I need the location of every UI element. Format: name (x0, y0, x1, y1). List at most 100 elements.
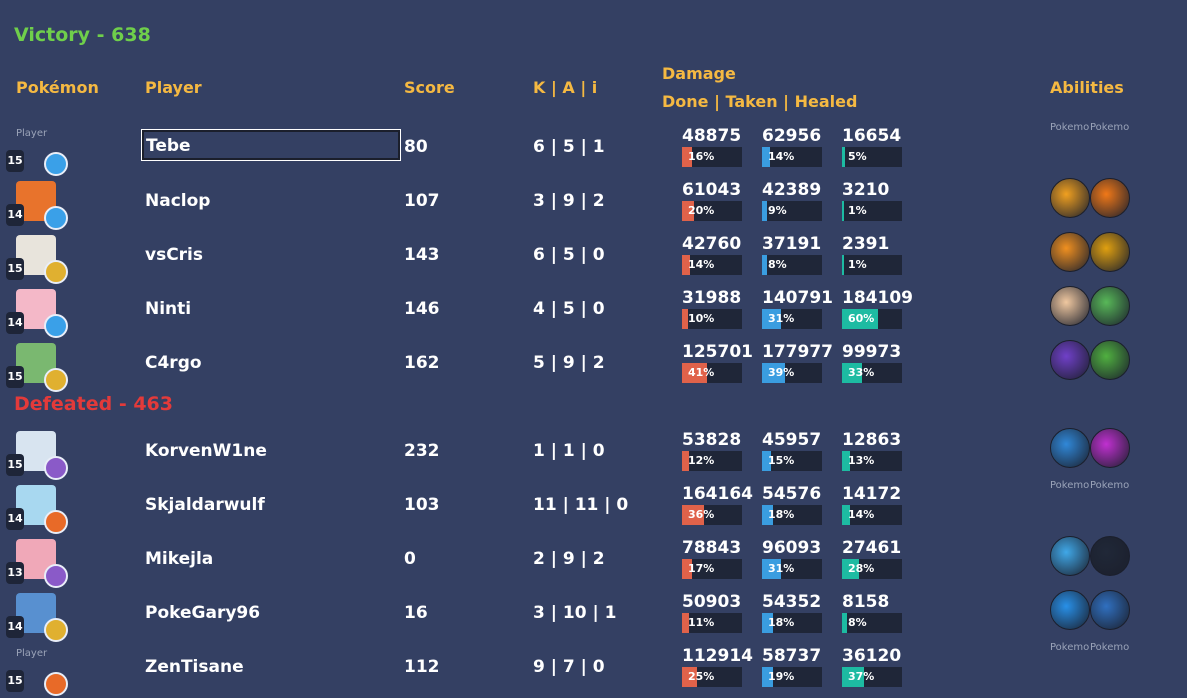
score-value: 143 (404, 245, 440, 265)
player-name[interactable]: Ninti (145, 299, 191, 319)
damage-done-bar: 17% (682, 559, 742, 579)
held-item-icon (44, 152, 68, 176)
held-item-icon (44, 672, 68, 696)
damage-taken-pct: 15% (768, 454, 795, 467)
player-name[interactable]: KorvenW1ne (145, 441, 267, 461)
damage-taken-pct: 18% (768, 616, 795, 629)
held-item-icon (44, 314, 68, 338)
pokemon-cell: 14 (6, 482, 76, 536)
damage-done-value: 112914 (682, 646, 753, 666)
damage-healed-pct: 5% (848, 150, 867, 163)
damage-done: 53828 12% (682, 430, 744, 471)
damage-taken-value: 37191 (762, 234, 822, 254)
header-damage: Damage (662, 64, 736, 83)
damage-healed: 2391 1% (842, 234, 904, 275)
damage-healed: 3210 1% (842, 180, 904, 221)
damage-taken-fill (762, 201, 768, 221)
player-name[interactable]: Naclop (145, 191, 210, 211)
damage-taken-pct: 8% (768, 258, 787, 271)
kai-value: 4 | 5 | 0 (533, 299, 605, 319)
ability-icon-1 (1050, 286, 1090, 326)
level-badge: 15 (6, 670, 24, 692)
table-row[interactable]: 14 Ninti 146 4 | 5 | 0 31988 10% 140791 … (0, 286, 1187, 340)
damage-done: 31988 10% (682, 288, 744, 329)
damage-done-bar: 10% (682, 309, 742, 329)
damage-healed-bar: 13% (842, 451, 902, 471)
damage-done-value: 42760 (682, 234, 742, 254)
damage-healed-value: 16654 (842, 126, 902, 146)
table-row[interactable]: 13 Mikejla 0 2 | 9 | 2 78843 17% 96093 3… (0, 536, 1187, 590)
damage-healed-value: 12863 (842, 430, 902, 450)
ability-icon-2 (1090, 178, 1130, 218)
table-row[interactable]: 14 PokeGary96 16 3 | 10 | 1 50903 11% 54… (0, 590, 1187, 644)
damage-done-value: 31988 (682, 288, 742, 308)
table-row[interactable]: 15 KorvenW1ne 232 1 | 1 | 0 53828 12% 45… (0, 428, 1187, 482)
table-row[interactable]: 14 Skjaldarwulf 103 11 | 11 | 0 164164 3… (0, 480, 1187, 536)
table-row[interactable]: Player 15 Tebe 80 6 | 5 | 1 48875 16% 62… (0, 122, 1187, 178)
ability-icon-1 (1050, 178, 1090, 218)
damage-done: 50903 11% (682, 592, 744, 633)
damage-healed: 184109 60% (842, 288, 913, 329)
damage-done-bar: 20% (682, 201, 742, 221)
ability-icon-2: Pokemon (1090, 642, 1130, 653)
damage-done-pct: 12% (688, 454, 715, 467)
damage-taken-bar: 18% (762, 613, 822, 633)
damage-taken-bar: 9% (762, 201, 822, 221)
pokemon-cell: 14 (6, 286, 76, 340)
header-abilities: Abilities (1050, 78, 1124, 97)
damage-healed-bar: 1% (842, 201, 902, 221)
damage-healed-fill (842, 147, 845, 167)
pokemon-cell: 15 (6, 428, 76, 482)
damage-taken: 54576 18% (762, 484, 824, 525)
score-value: 103 (404, 495, 440, 515)
damage-taken: 45957 15% (762, 430, 824, 471)
damage-healed-bar: 60% (842, 309, 902, 329)
damage-healed-fill (842, 201, 844, 221)
damage-done: 42760 14% (682, 234, 744, 275)
damage-healed-value: 3210 (842, 180, 890, 200)
damage-healed-bar: 33% (842, 363, 902, 383)
level-badge: 14 (6, 312, 24, 334)
damage-healed-bar: 8% (842, 613, 902, 633)
damage-done-value: 164164 (682, 484, 753, 504)
damage-taken-value: 62956 (762, 126, 822, 146)
damage-taken-fill (762, 255, 767, 275)
kai-value: 3 | 9 | 2 (533, 191, 605, 211)
player-name[interactable]: vsCris (145, 245, 203, 265)
kai-value: 3 | 10 | 1 (533, 603, 617, 623)
player-name[interactable]: Tebe (141, 129, 401, 161)
damage-taken-pct: 14% (768, 150, 795, 163)
level-badge: 15 (6, 366, 24, 388)
damage-healed-value: 14172 (842, 484, 902, 504)
damage-done-bar: 36% (682, 505, 742, 525)
pokemon-cell: Player 15 (6, 644, 76, 698)
damage-done: 48875 16% (682, 126, 744, 167)
pokemon-cell: 13 (6, 536, 76, 590)
player-name[interactable]: Skjaldarwulf (145, 495, 265, 515)
score-value: 162 (404, 353, 440, 373)
damage-healed: 12863 13% (842, 430, 904, 471)
header-pokemon: Pokémon (16, 78, 99, 97)
damage-healed-pct: 14% (848, 508, 875, 521)
damage-taken: 177977 39% (762, 342, 833, 383)
pokemon-cell: 14 (6, 590, 76, 644)
damage-taken: 140791 31% (762, 288, 833, 329)
damage-done-pct: 14% (688, 258, 715, 271)
damage-healed-value: 27461 (842, 538, 902, 558)
player-name[interactable]: PokeGary96 (145, 603, 260, 623)
score-value: 146 (404, 299, 440, 319)
table-row[interactable]: 15 C4rgo 162 5 | 9 | 2 125701 41% 177977… (0, 340, 1187, 394)
player-name[interactable]: C4rgo (145, 353, 202, 373)
damage-healed: 16654 5% (842, 126, 904, 167)
ability-icon-2 (1090, 590, 1130, 630)
table-row[interactable]: 15 vsCris 143 6 | 5 | 0 42760 14% 37191 … (0, 232, 1187, 286)
table-row[interactable]: 14 Naclop 107 3 | 9 | 2 61043 20% 42389 … (0, 178, 1187, 232)
damage-done: 164164 36% (682, 484, 753, 525)
ability-icon-2: Pokemon (1090, 122, 1130, 133)
player-name[interactable]: ZenTisane (145, 657, 244, 677)
damage-taken-bar: 18% (762, 505, 822, 525)
held-item-icon (44, 260, 68, 284)
table-row[interactable]: Player 15 ZenTisane 112 9 | 7 | 0 112914… (0, 642, 1187, 698)
damage-taken-bar: 19% (762, 667, 822, 687)
player-name[interactable]: Mikejla (145, 549, 213, 569)
